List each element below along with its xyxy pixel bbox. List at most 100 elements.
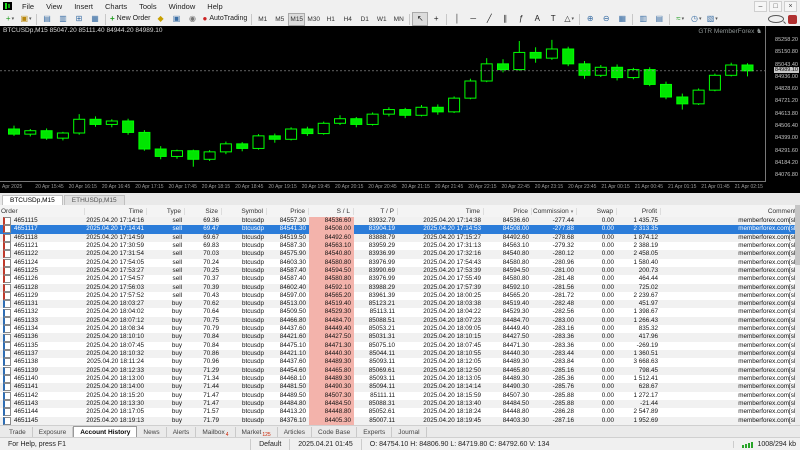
periods-icon[interactable]: ◷▾ xyxy=(688,12,704,26)
community-icon[interactable]: ◉ xyxy=(185,12,201,26)
column-header-comment[interactable]: Comment xyxy=(661,208,800,215)
timeframe-m15-button[interactable]: M15 xyxy=(288,13,305,26)
terminal-tab-journal[interactable]: Journal xyxy=(392,427,426,438)
history-row[interactable]: 46511212025.04.20 17:30:59sell69.83btcus… xyxy=(0,242,800,250)
chart-tab-ethusdp-m15[interactable]: ETHUSDp,M15 xyxy=(64,195,125,205)
vertical-line-icon[interactable]: │ xyxy=(449,12,465,26)
menu-insert[interactable]: Insert xyxy=(68,2,99,11)
data-window-icon[interactable]: ▥ xyxy=(55,12,71,26)
history-row[interactable]: 46511262025.04.20 17:54:57sell70.37btcus… xyxy=(0,275,800,283)
terminal-tab-news[interactable]: News xyxy=(137,427,166,438)
bar-chart-mode-icon[interactable]: ▥ xyxy=(635,12,651,26)
new-order-button[interactable]: +New Order xyxy=(108,12,153,26)
history-row[interactable]: 46511282025.04.20 17:56:03sell70.39btcus… xyxy=(0,284,800,292)
terminal-tab-market[interactable]: Market125 xyxy=(236,427,278,438)
trendline-icon[interactable]: ╱ xyxy=(481,12,497,26)
history-row[interactable]: 46511442025.04.20 18:17:05buy71.57btcusd… xyxy=(0,408,800,416)
navigator-icon[interactable]: ⊞ xyxy=(71,12,87,26)
menu-view[interactable]: View xyxy=(40,2,68,11)
terminal-tab-experts[interactable]: Experts xyxy=(357,427,392,438)
terminal-tab-code-base[interactable]: Code Base xyxy=(312,427,357,438)
crosshair-icon[interactable]: + xyxy=(428,12,444,26)
column-header-swap[interactable]: Swap xyxy=(577,208,617,215)
channel-icon[interactable]: ∥ xyxy=(497,12,513,26)
chart-tab-btcusdp-m15[interactable]: BTCUSDp,M15 xyxy=(2,195,63,205)
templates-icon[interactable]: ▧▾ xyxy=(704,12,720,26)
new-chart-icon[interactable]: +▾ xyxy=(2,12,18,26)
column-header-order[interactable]: Order xyxy=(0,208,85,215)
history-row[interactable]: 46511292025.04.20 17:57:52sell70.43btcus… xyxy=(0,292,800,300)
candle-chart-mode-icon[interactable]: ▤ xyxy=(651,12,667,26)
column-header-sl[interactable]: S / L xyxy=(309,208,354,215)
timeframe-mn-button[interactable]: MN xyxy=(390,13,407,26)
zoom-out-icon[interactable]: ⊖ xyxy=(598,12,614,26)
menu-window[interactable]: Window xyxy=(163,2,202,11)
history-row[interactable]: 46511322025.04.20 18:04:02buy70.64btcusd… xyxy=(0,308,800,316)
print-icon[interactable]: ▣ xyxy=(169,12,185,26)
history-row[interactable]: 46511242025.04.20 17:54:05sell70.24btcus… xyxy=(0,259,800,267)
terminal-tab-trade[interactable]: Trade xyxy=(3,427,33,438)
timeframe-m1-button[interactable]: M1 xyxy=(254,13,271,26)
search-icon[interactable] xyxy=(768,15,784,23)
profiles-icon[interactable]: ▣▾ xyxy=(18,12,34,26)
history-row[interactable]: 46511182025.04.20 17:14:59sell69.67btcus… xyxy=(0,234,800,242)
column-header-time[interactable]: Time xyxy=(85,208,147,215)
horizontal-line-icon[interactable]: ─ xyxy=(465,12,481,26)
timeframe-h1-button[interactable]: H1 xyxy=(322,13,339,26)
history-row[interactable]: 46511342025.04.20 18:08:34buy70.79btcusd… xyxy=(0,325,800,333)
autotrading-button[interactable]: ●AutoTrading xyxy=(201,12,250,26)
menu-charts[interactable]: Charts xyxy=(99,2,133,11)
text-icon[interactable]: A xyxy=(529,12,545,26)
indicators-icon[interactable]: ≈▾ xyxy=(672,12,688,26)
timeframe-w1-button[interactable]: W1 xyxy=(373,13,390,26)
history-row[interactable]: 46511172025.04.20 17:14:41sell69.47btcus… xyxy=(0,225,800,233)
close-button[interactable]: × xyxy=(784,1,797,12)
history-row[interactable]: 46511422025.04.20 18:15:20buy71.47btcusd… xyxy=(0,392,800,400)
metaeditor-icon[interactable]: ◆ xyxy=(153,12,169,26)
terminal-icon[interactable]: ▦ xyxy=(87,12,103,26)
history-row[interactable]: 46511152025.04.20 17:14:16sell69.36btcus… xyxy=(0,217,800,225)
column-header-profit[interactable]: Profit xyxy=(617,208,661,215)
minimize-button[interactable]: – xyxy=(754,1,767,12)
history-row[interactable]: 46511362025.04.20 18:10:10buy70.84btcusd… xyxy=(0,333,800,341)
restore-button[interactable]: □ xyxy=(769,1,782,12)
timeframe-m5-button[interactable]: M5 xyxy=(271,13,288,26)
history-row[interactable]: 46511332025.04.20 18:07:12buy70.75btcusd… xyxy=(0,317,800,325)
history-row[interactable]: 46511402025.04.20 18:13:00buy71.34btcusd… xyxy=(0,375,800,383)
column-header-type[interactable]: Type xyxy=(147,208,185,215)
label-icon[interactable]: T xyxy=(545,12,561,26)
terminal-tab-exposure[interactable]: Exposure xyxy=(33,427,73,438)
mql5-community-icon[interactable] xyxy=(788,15,797,24)
timeframe-d1-button[interactable]: D1 xyxy=(356,13,373,26)
history-row[interactable]: 46511392025.04.20 18:12:33buy71.29btcusd… xyxy=(0,367,800,375)
zoom-in-icon[interactable]: ⊕ xyxy=(582,12,598,26)
history-row[interactable]: 46511412025.04.20 18:14:00buy71.44btcusd… xyxy=(0,383,800,391)
shapes-icon[interactable]: △▾ xyxy=(561,12,577,26)
fibonacci-icon[interactable]: ƒ xyxy=(513,12,529,26)
history-row[interactable]: 46511372025.04.20 18:10:32buy70.86btcusd… xyxy=(0,350,800,358)
column-header-price[interactable]: Price xyxy=(267,208,309,215)
history-row[interactable]: 46511252025.04.20 17:53:27sell70.25btcus… xyxy=(0,267,800,275)
status-profile[interactable]: Default xyxy=(250,439,289,450)
terminal-tab-articles[interactable]: Articles xyxy=(278,427,312,438)
history-row[interactable]: 46511312025.04.20 18:03:27buy70.62btcusd… xyxy=(0,300,800,308)
market-watch-icon[interactable]: ▤ xyxy=(39,12,55,26)
terminal-tab-mailbox[interactable]: Mailbox4 xyxy=(196,427,235,438)
history-row[interactable]: 46511432025.04.20 18:13:30buy71.47btcusd… xyxy=(0,400,800,408)
menu-tools[interactable]: Tools xyxy=(133,2,163,11)
terminal-tab-alerts[interactable]: Alerts xyxy=(167,427,197,438)
history-scrollbar[interactable] xyxy=(795,205,800,425)
candlestick-plot[interactable] xyxy=(0,33,766,181)
history-row[interactable]: 46511452025.04.20 18:19:13buy71.79btcusd… xyxy=(0,417,800,425)
history-row[interactable]: 46511222025.04.20 17:31:54sell70.03btcus… xyxy=(0,250,800,258)
timeframe-h4-button[interactable]: H4 xyxy=(339,13,356,26)
menu-file[interactable]: File xyxy=(16,2,40,11)
tile-windows-icon[interactable]: ▦ xyxy=(614,12,630,26)
column-header-tp[interactable]: T / P xyxy=(354,208,398,215)
column-header-size[interactable]: Size xyxy=(185,208,222,215)
timeframe-m30-button[interactable]: M30 xyxy=(305,13,322,26)
column-header-time[interactable]: Time xyxy=(398,208,484,215)
menu-help[interactable]: Help xyxy=(201,2,228,11)
column-header-commission[interactable]: Commission▾ xyxy=(532,208,577,215)
chart-window[interactable]: BTCUSDp,M15 85047.20 85111.40 84944.20 8… xyxy=(0,26,800,193)
